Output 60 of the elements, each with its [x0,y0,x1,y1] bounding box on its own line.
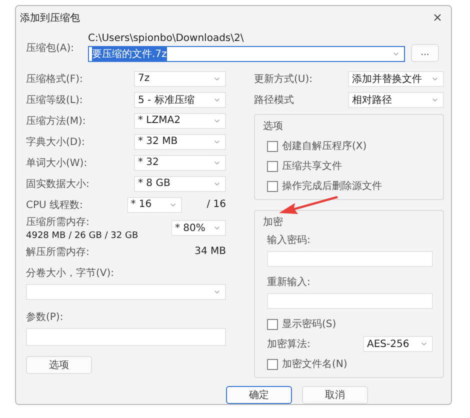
dropdown[interactable]: 添加并替换文件 [348,70,444,86]
field-label: 重新输入: [267,276,312,289]
field-label: 压缩包(A): [26,42,76,54]
dropdown[interactable]: * 32 [134,154,226,170]
checkbox-label: 创建自解压程序(X) [282,140,367,153]
group-title: 加密 [263,216,284,229]
memory-usage: 4928 MB / 26 GB / 32 GB [26,231,138,241]
checkbox-label: 加密文件名(N) [282,358,348,371]
chevron-icon [213,288,221,296]
dropdown[interactable]: * 32 MB [134,134,226,150]
group-title: 选项 [263,120,284,133]
checkbox[interactable] [267,140,278,152]
browse-button[interactable]: ... [411,44,439,62]
dropdown[interactable]: * 8 GB [134,176,226,192]
options-button[interactable]: 选项 [26,356,92,374]
close-icon[interactable] [432,12,443,23]
checkbox[interactable] [267,358,278,370]
checkbox-label: 操作完成后删除源文件 [282,180,382,193]
field-label: 加密算法: [267,338,310,351]
field-label: 解压所需内存: [26,246,90,258]
dropdown[interactable]: 相对路径 [348,92,444,108]
checkbox-label: 显示密码(S) [282,318,336,331]
annotation-arrow [278,195,338,215]
chevron-icon [392,50,400,58]
archive-path: C:\Users\spionbo\Downloads\2\ [88,33,245,44]
checkbox[interactable] [267,180,278,192]
chevron-icon [213,224,221,232]
field-label: 更新方式(U): [254,72,312,86]
archive-name: 要压缩的文件.7z [92,47,167,61]
dropdown[interactable]: * 16 [126,196,182,212]
field-label: 压缩等级(L): [26,94,83,106]
dropdown[interactable]: AES-256 [363,336,433,352]
checkbox[interactable] [267,160,278,172]
dialog-button[interactable]: 取消 [302,386,368,404]
field-label: 参数(P): [26,310,64,324]
dialog-button[interactable]: 确定 [226,386,292,404]
field-label: 单词大小(W): [26,156,88,170]
chevron-icon [420,340,428,348]
archive-name-field[interactable]: 要压缩的文件.7z [88,46,405,62]
dropdown[interactable]: 5 - 标准压缩 [134,92,226,108]
window-title: 添加到压缩包 [20,12,80,24]
dropdown[interactable]: 7z [134,70,226,86]
dropdown[interactable]: * LZMA2 [134,112,226,128]
field-label: 分卷大小，字节(V): [26,266,116,280]
field-label: 压缩格式(F): [26,72,83,86]
field-label: 压缩方法(M): [26,114,86,128]
field-label: 字典大小(D): [26,136,85,148]
password-field[interactable] [267,251,433,267]
field-label: CPU 线程数: [26,198,83,212]
password-field[interactable] [267,293,433,309]
field-label: 输入密码: [267,234,312,247]
field-label: 固实数据大小: [26,178,90,190]
checkbox-label: 压缩共享文件 [282,160,342,173]
field-label: 压缩所需内存: [26,216,90,229]
dropdown[interactable]: * 80% [171,220,226,236]
field-label: 路径模式 [254,94,294,106]
parameters-field[interactable] [26,328,226,346]
checkbox[interactable] [267,318,278,330]
memory-value: 34 MB [194,246,226,257]
thread-count: / 16 [206,199,226,210]
